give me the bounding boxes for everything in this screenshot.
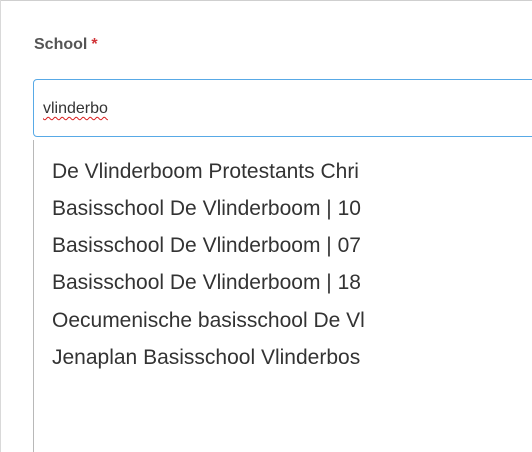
suggestion-item[interactable]: Jenaplan Basisschool Vlinderbos [52, 340, 532, 376]
suggestion-item[interactable]: Basisschool De Vlinderboom | 18 [52, 265, 532, 301]
suggestion-item[interactable]: Oecumenische basisschool De Vl [52, 303, 532, 339]
suggestion-item[interactable]: Basisschool De Vlinderboom | 07 [52, 228, 532, 264]
school-search-value[interactable]: vlinderbo [43, 100, 108, 118]
required-marker: * [91, 36, 98, 53]
suggestion-item[interactable]: De Vlinderboom Protestants Chri [52, 154, 532, 190]
school-form-panel: School * vlinderbo De Vlinderboom Protest… [0, 0, 532, 452]
suggestion-item[interactable]: Basisschool De Vlinderboom | 10 [52, 191, 532, 227]
school-search-input[interactable]: vlinderbo [33, 79, 532, 137]
school-suggestions-dropdown: De Vlinderboom Protestants Chri Basissch… [33, 140, 532, 452]
panel-top-border [0, 0, 532, 1]
panel-left-border [0, 0, 1, 452]
school-label-text: School [34, 36, 88, 53]
school-field-label: School * [34, 36, 98, 54]
